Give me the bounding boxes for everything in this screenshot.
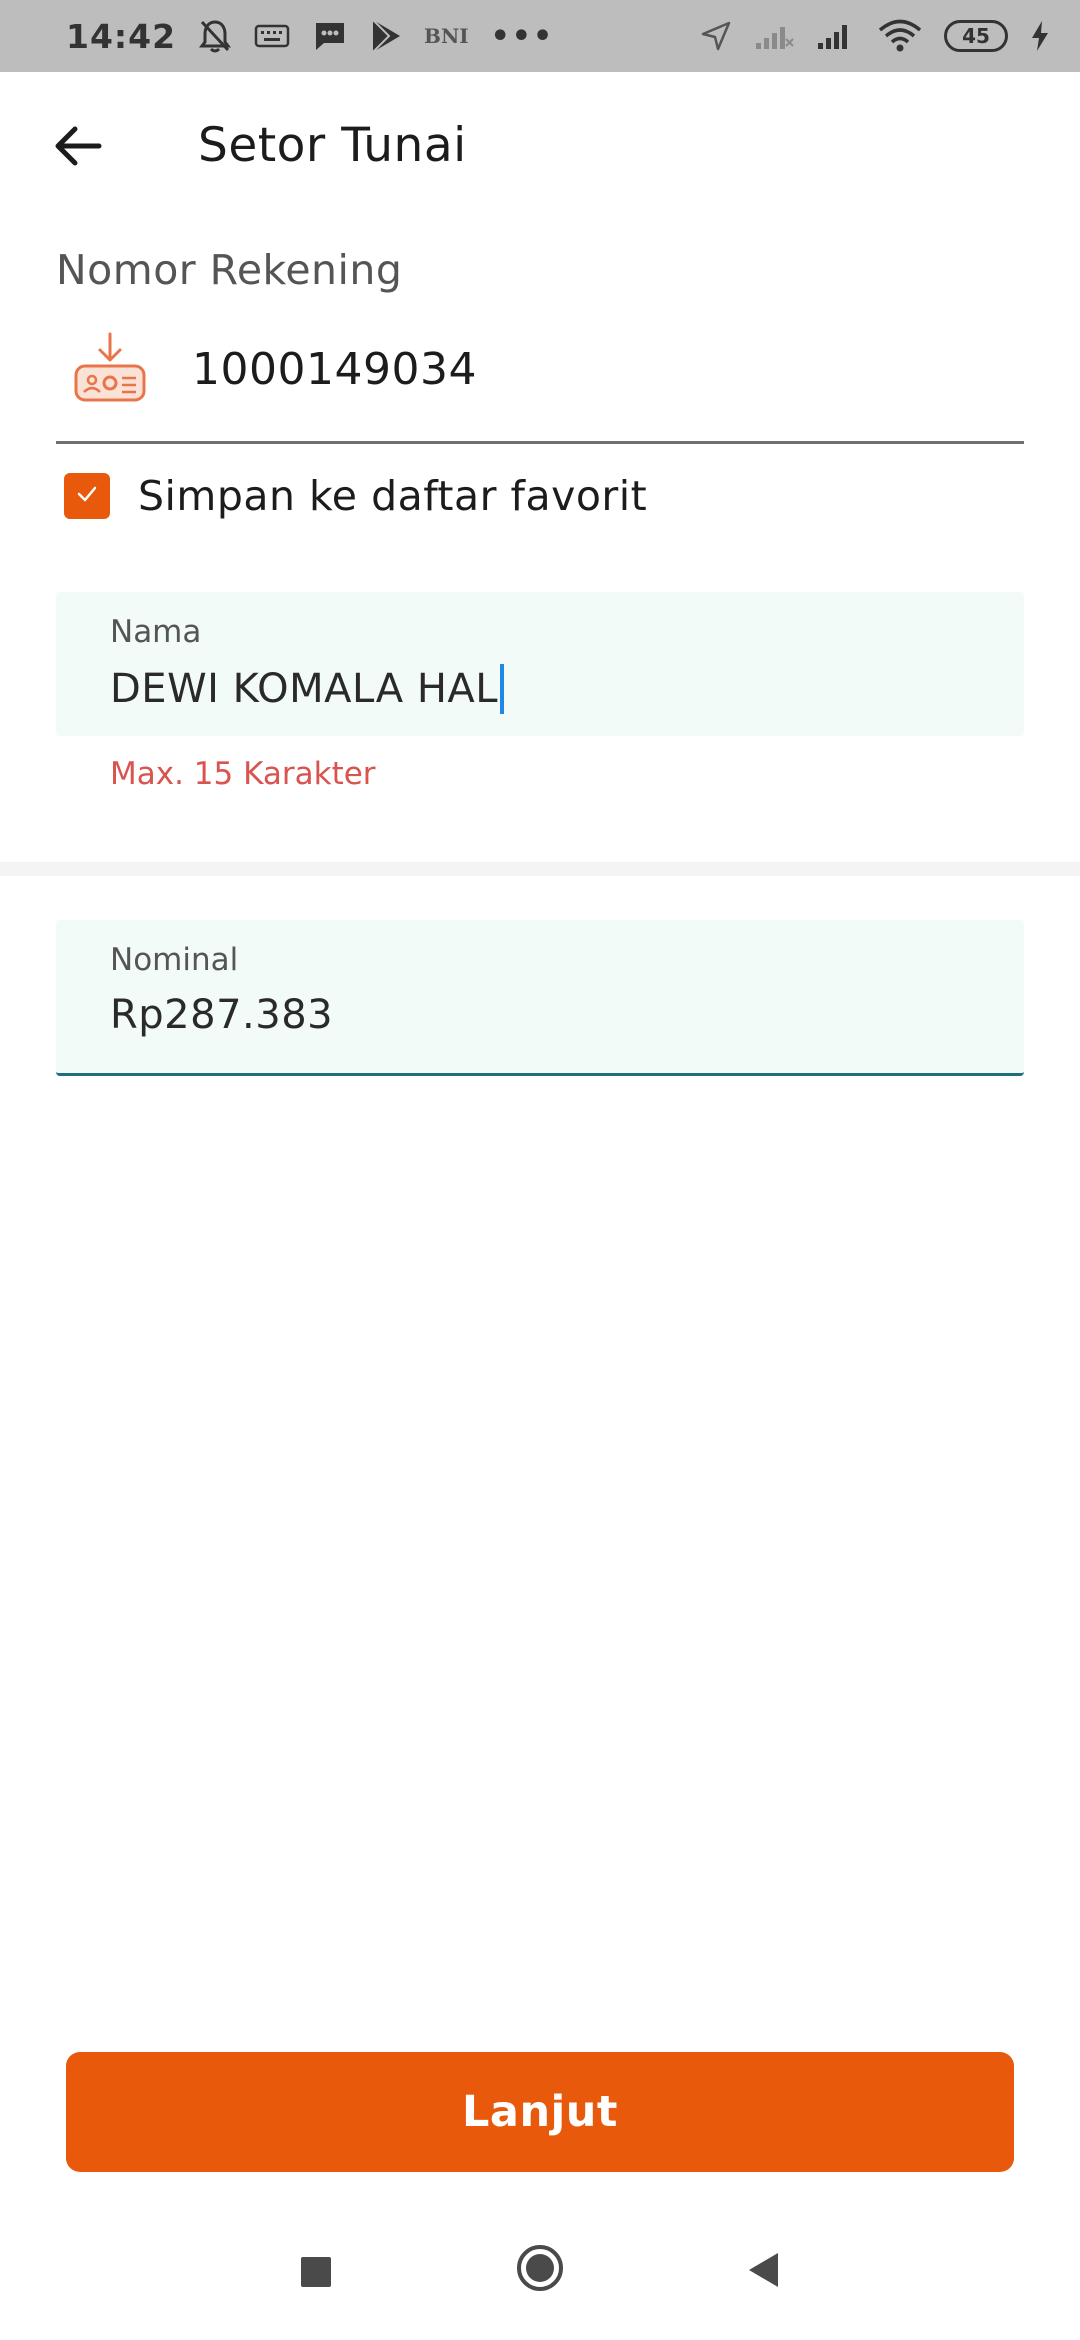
favorite-label: Simpan ke daftar favorit <box>138 472 648 520</box>
nominal-value: Rp287.383 <box>110 992 334 1038</box>
wifi-icon <box>878 19 922 53</box>
app-bar: Setor Tunai <box>0 72 1080 224</box>
account-number-label: Nomor Rekening <box>56 246 403 294</box>
page-title: Setor Tunai <box>198 118 467 173</box>
system-nav-bar <box>0 2200 1080 2340</box>
carrier-label: BNI <box>424 24 469 48</box>
status-time: 14:42 <box>66 16 177 56</box>
status-left-icons: BNI ••• <box>198 18 554 54</box>
name-helper-text: Max. 15 Karakter <box>110 756 376 792</box>
recents-button[interactable] <box>282 2240 350 2308</box>
battery-level: 45 <box>962 24 990 48</box>
home-button[interactable] <box>506 2236 574 2304</box>
text-caret <box>500 664 505 714</box>
continue-button[interactable]: Lanjut <box>66 2052 1014 2172</box>
account-number-value: 1000149034 <box>192 344 477 395</box>
back-button[interactable] <box>40 116 116 180</box>
section-divider <box>0 862 1080 876</box>
name-label: Nama <box>110 614 202 650</box>
signal-icon <box>754 21 794 51</box>
save-favorite-toggle[interactable]: Simpan ke daftar favorit <box>64 466 647 526</box>
location-icon <box>700 20 732 52</box>
nominal-label: Nominal <box>110 942 239 978</box>
nominal-input[interactable]: Nominal Rp287.383 <box>56 920 1024 1076</box>
name-value-wrapper: DEWI KOMALA HAL <box>110 664 505 714</box>
bell-off-icon <box>198 18 232 54</box>
charging-icon <box>1030 20 1050 52</box>
battery-icon: 45 <box>944 20 1008 52</box>
favorite-checkbox[interactable] <box>64 473 110 519</box>
account-number-field[interactable]: 1000149034 <box>56 320 1024 444</box>
name-input[interactable]: Nama DEWI KOMALA HAL <box>56 592 1024 736</box>
triangle-back-icon <box>746 2251 782 2293</box>
keyboard-icon <box>254 24 290 48</box>
signal-icon <box>816 21 856 51</box>
message-icon <box>312 19 348 53</box>
system-back-button[interactable] <box>730 2238 798 2306</box>
more-notifications-icon: ••• <box>490 18 555 54</box>
square-icon <box>299 2255 333 2293</box>
arrow-left-icon <box>53 125 103 171</box>
cash-deposit-icon <box>70 330 150 410</box>
circle-icon <box>515 2243 565 2297</box>
status-bar: 14:42 BNI ••• 45 <box>0 0 1080 72</box>
status-right-icons: 45 <box>700 19 1050 53</box>
check-icon <box>76 485 98 507</box>
name-value: DEWI KOMALA HAL <box>110 666 499 712</box>
play-store-icon <box>370 18 402 54</box>
